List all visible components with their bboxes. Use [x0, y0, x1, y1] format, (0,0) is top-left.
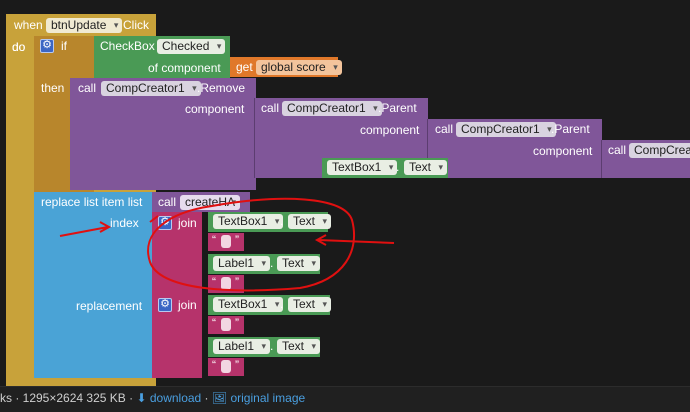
parent2-call-label: call [435, 122, 454, 136]
remove-textbox-property-dropdown[interactable]: Text [404, 160, 448, 175]
join2-textbox-dot: . [280, 297, 284, 311]
separator: · [201, 391, 212, 405]
image-icon[interactable]: 🖼 [212, 391, 227, 405]
join1-label-dropdown[interactable]: Label1 [213, 256, 271, 271]
join2-label: join [178, 298, 197, 312]
then-label: then [41, 81, 65, 95]
parent2-component-arg-label: component [533, 144, 593, 158]
annotation-arrow-right-head [314, 234, 327, 246]
join1-label-property-dropdown[interactable]: Text [277, 256, 321, 271]
replace-list-item-label: replace list item list [41, 195, 143, 209]
parent2-method-label: .Parent [551, 122, 590, 136]
join2-empty-text-1[interactable]: “ ” [208, 316, 244, 334]
image-info-bar: ks · 1295×2624 325 KB · ⬇ download · 🖼 o… [0, 386, 690, 412]
join1-empty-text-2[interactable]: “ ” [208, 275, 244, 293]
quote-close: ” [235, 275, 239, 289]
of-component-label: of component [148, 61, 221, 75]
remove-method-label: .Remove [197, 81, 246, 95]
when-label-front: when [14, 18, 43, 32]
annotation-arrow-right [317, 239, 395, 244]
join2-label-dot: . [270, 339, 274, 353]
checkbox-property-dropdown[interactable]: Checked [157, 39, 226, 54]
parent3-call-label: call [608, 143, 627, 157]
createha-call-label: call [158, 195, 177, 209]
quote-close: ” [235, 233, 239, 247]
index-label: index [110, 216, 139, 230]
join1-textbox-dropdown[interactable]: TextBox1 [213, 214, 284, 229]
join2-label-property-dropdown[interactable]: Text [277, 339, 321, 354]
quote-open: “ [212, 233, 216, 247]
parent1-component-dropdown[interactable]: CompCreator1 [282, 101, 382, 116]
component-dropdown-front[interactable]: btnUpdate [46, 18, 123, 33]
image-info-text: ks · 1295×2624 325 KB · [0, 391, 137, 405]
parent1-method-label: .Parent [378, 101, 417, 115]
parent2-component-dropdown[interactable]: CompCreator1 [456, 122, 556, 137]
join1-label-dot: . [270, 256, 274, 270]
remove-textbox-dot: . [396, 160, 400, 174]
remove-call-label: call [78, 81, 97, 95]
join2-textbox-property-dropdown[interactable]: Text [288, 297, 332, 312]
download-icon[interactable]: ⬇ [136, 391, 146, 405]
parent1-call-label: call [261, 101, 280, 115]
if-label: if [61, 39, 67, 53]
mutator-gear-icon[interactable] [40, 38, 54, 53]
do-label-front: do [12, 40, 26, 54]
join1-empty-text-1[interactable]: “ ” [208, 233, 244, 251]
join1-gear-icon[interactable] [158, 215, 172, 230]
original-image-link[interactable]: original image [230, 391, 305, 405]
event-name-label-front: Click [123, 18, 149, 32]
text-field[interactable] [221, 235, 231, 248]
remove-component-arg-label: component [185, 102, 245, 116]
download-link[interactable]: download [150, 391, 201, 405]
quote-close: ” [235, 358, 239, 372]
join1-textbox-property-dropdown[interactable]: Text [288, 214, 332, 229]
join1-textbox-dot: . [280, 214, 284, 228]
quote-open: “ [212, 275, 216, 289]
join2-empty-text-2[interactable]: “ ” [208, 358, 244, 376]
remove-component-dropdown[interactable]: CompCreator1 [101, 81, 201, 96]
quote-open: “ [212, 316, 216, 330]
quote-close: ” [235, 316, 239, 330]
join2-textbox-dropdown[interactable]: TextBox1 [213, 297, 284, 312]
checkbox-component-label: CheckBox [100, 39, 155, 53]
text-field[interactable] [221, 277, 231, 290]
checkbox-dot: . [148, 39, 152, 53]
text-field[interactable] [221, 318, 231, 331]
join2-gear-icon[interactable] [158, 297, 172, 312]
remove-textbox-dropdown[interactable]: TextBox1 [327, 160, 398, 175]
parent3-component-dropdown[interactable]: CompCrea [629, 143, 690, 158]
quote-open: “ [212, 358, 216, 372]
get-label: get [236, 60, 253, 74]
join1-label: join [178, 216, 197, 230]
replacement-label: replacement [76, 299, 143, 313]
global-variable-dropdown[interactable]: global score [256, 60, 342, 75]
parent1-component-arg-label: component [360, 123, 420, 137]
join2-label-dropdown[interactable]: Label1 [213, 339, 271, 354]
procedure-dropdown[interactable]: createHA [180, 195, 241, 210]
text-field[interactable] [221, 360, 231, 373]
